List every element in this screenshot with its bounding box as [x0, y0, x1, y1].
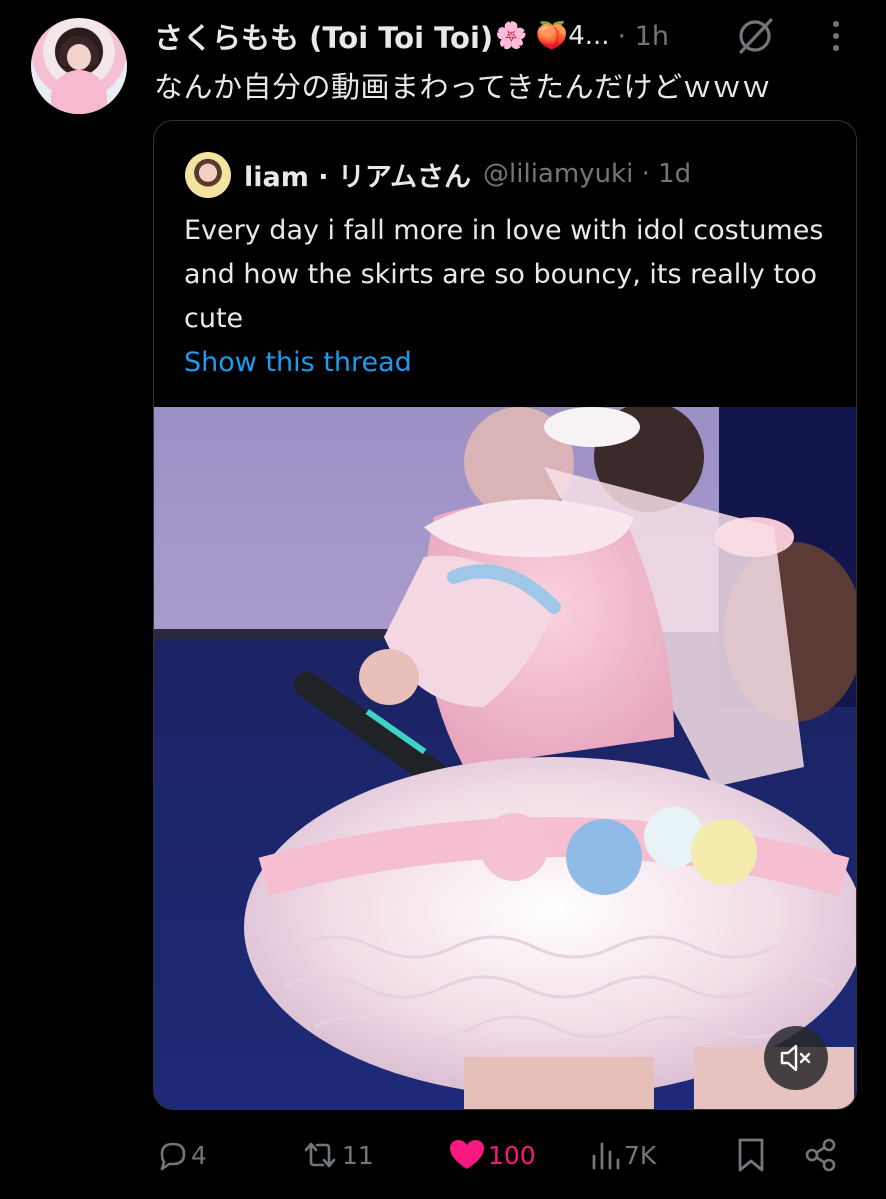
author-name[interactable]: さくらもも (Toi Toi Toi)	[154, 15, 493, 57]
grok-icon[interactable]	[733, 14, 777, 58]
reply-count: 4	[191, 1140, 207, 1170]
quote-author-handle[interactable]: @liliamyuki · 1d	[483, 159, 691, 189]
tweet-time[interactable]: · 1h	[618, 21, 669, 52]
tweet-text: なんか自分の動画まわってきたんだけどｗｗｗ	[154, 70, 772, 104]
quote-video[interactable]	[154, 407, 856, 1109]
video-frame	[154, 407, 856, 1109]
action-bar: 4 11 100 7K	[0, 1130, 886, 1180]
quote-text: Every day i fall more in love with idol …	[184, 215, 824, 334]
heart-filled-icon	[450, 1140, 484, 1169]
views-icon	[592, 1142, 620, 1170]
share-icon	[805, 1138, 836, 1172]
views-count: 7K	[624, 1140, 657, 1170]
volume-muted-icon	[780, 1044, 811, 1072]
author-name-emoji: 🌸 🍑4...	[495, 21, 610, 51]
bookmark-button[interactable]	[734, 1130, 770, 1180]
like-count: 100	[488, 1140, 536, 1170]
show-thread-link[interactable]: Show this thread	[184, 347, 412, 378]
share-button[interactable]	[803, 1130, 841, 1180]
quote-author-avatar[interactable]	[185, 152, 231, 198]
reply-icon	[160, 1142, 186, 1171]
mute-button[interactable]	[764, 1026, 828, 1090]
quoted-tweet[interactable]: liam · リアムさん @liliamyuki · 1d Every day …	[153, 120, 857, 1110]
quote-header: liam · リアムさん @liliamyuki · 1d	[244, 153, 691, 195]
retweet-button[interactable]: 11	[300, 1130, 374, 1180]
more-vertical-icon[interactable]	[826, 16, 846, 56]
reply-button[interactable]: 4	[155, 1130, 207, 1180]
retweet-count: 11	[342, 1140, 374, 1170]
author-avatar[interactable]	[31, 18, 127, 114]
like-button[interactable]: 100	[448, 1130, 536, 1180]
quote-author-name[interactable]: liam · リアムさん	[244, 155, 471, 194]
retweet-icon	[304, 1142, 336, 1168]
bookmark-icon	[738, 1138, 764, 1172]
views-button[interactable]: 7K	[590, 1130, 656, 1180]
